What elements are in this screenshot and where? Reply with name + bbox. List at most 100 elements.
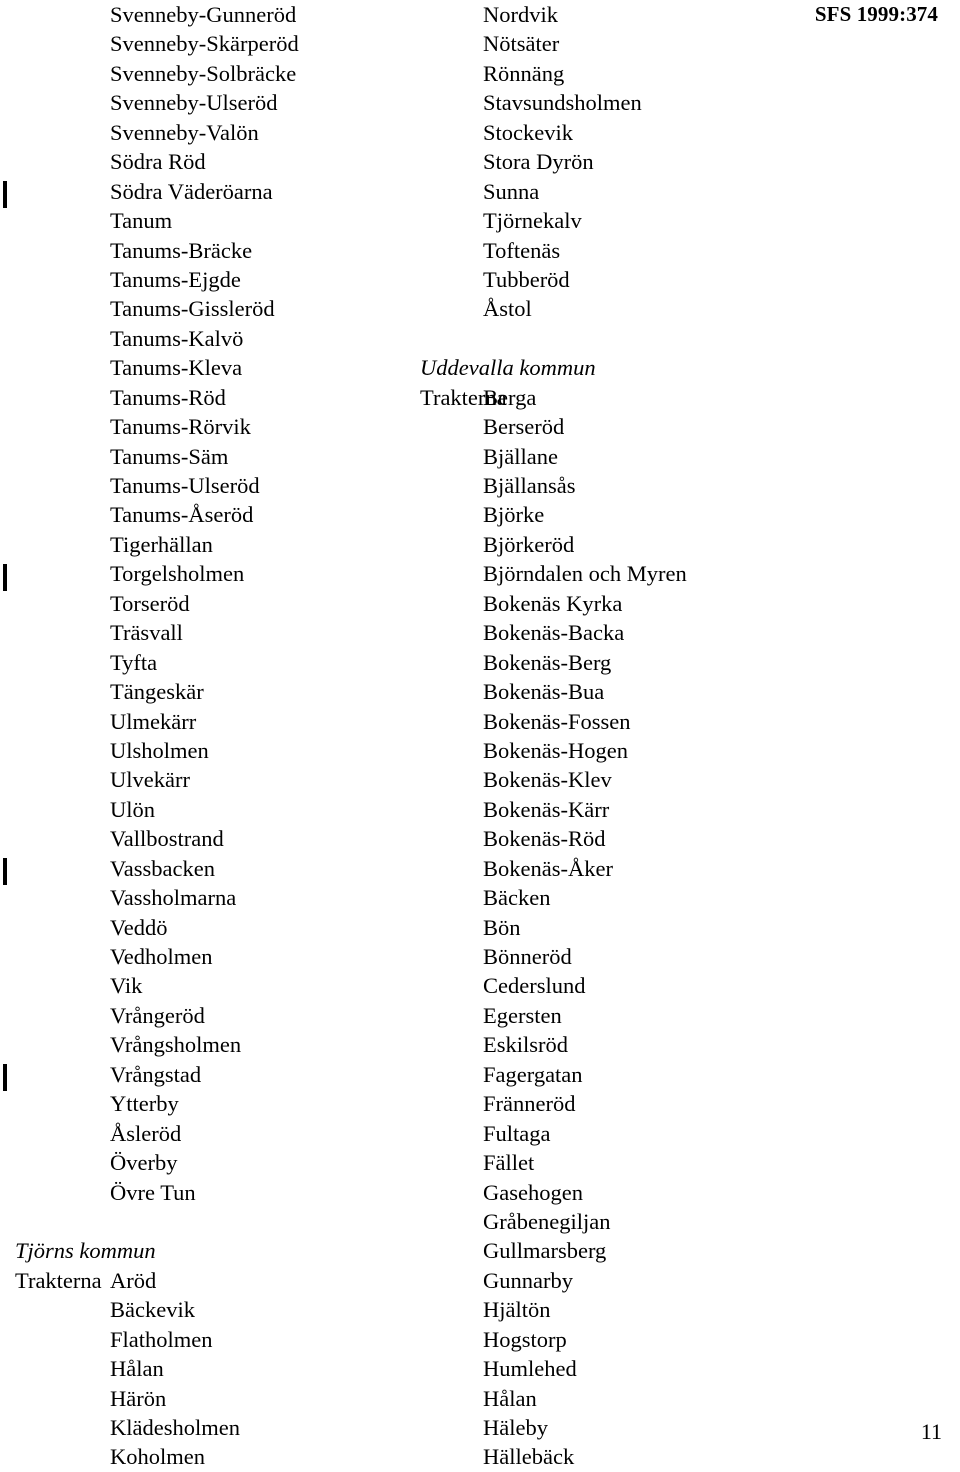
list-item: Tanums-Bräcke (0, 236, 430, 265)
list-item: Bönneröd (404, 942, 834, 971)
list-item: Gråbenegiljan (404, 1207, 834, 1236)
place-name: Vedholmen (110, 944, 213, 969)
list-item: Vallbostrand (0, 824, 430, 853)
place-name: Vrångeröd (110, 1002, 205, 1028)
place-name: Bjällansås (483, 473, 576, 498)
place-name: Vrångsholmen (110, 1032, 242, 1058)
list-item: Björkeröd (404, 530, 834, 559)
list-item: Bäckevik (0, 1295, 430, 1324)
list-item: Bokenäs-Hogen (404, 736, 834, 765)
list-item: Tanums-Rörvik (0, 412, 430, 441)
list-item: Björndalen och Myren (404, 559, 834, 588)
place-name: Hällebäck (483, 1444, 575, 1470)
place-name: Ulön (110, 796, 155, 822)
place-name: Bäcken (483, 885, 551, 911)
place-name: Hogstorp (483, 1326, 567, 1352)
place-name: Tanums-Ejgde (110, 266, 241, 292)
place-name: Bönneröd (483, 944, 572, 969)
list-item: Sunna (404, 177, 834, 206)
list-item: Bokenäs-Klev (404, 765, 834, 794)
place-name: Tanums-Röd (110, 384, 226, 410)
list-item: Stavsundsholmen (404, 88, 834, 117)
place-name: Tanums-Kalvö (110, 325, 244, 351)
place-name: Tigerhällan (110, 531, 213, 557)
place-name: Vrångstad (110, 1061, 202, 1087)
list-item: Toftenäs (404, 236, 834, 265)
list-item: Bokenäs Kyrka (404, 589, 834, 618)
list-item: Bokenäs-Åker (404, 854, 834, 883)
document-page: SFS 1999:374 Svenneby-Gunneröd Svenneby-S… (0, 0, 960, 1469)
place-name: Tubberöd (483, 266, 570, 292)
place-name: Svenneby-Solbräcke (110, 60, 297, 86)
list-item: Tanum (0, 206, 430, 235)
list-item: Fränneröd (404, 1089, 834, 1118)
place-name: Svenneby-Valön (110, 119, 259, 145)
list-item: Ulön (0, 795, 430, 824)
list-item: Klädesholmen (0, 1413, 430, 1442)
place-name: Ulmekärr (110, 708, 197, 734)
list-item: Bokenäs-Kärr (404, 795, 834, 824)
place-name: Tanums-Gissleröd (110, 296, 275, 322)
place-name: Träsvall (110, 620, 183, 646)
place-name: Gullmarsberg (483, 1238, 607, 1264)
place-name: Eskilsröd (483, 1032, 569, 1058)
place-name: Egersten (483, 1002, 562, 1028)
list-item: Hålan (404, 1384, 834, 1413)
place-list-right-column: Nordvik Nötsäter Rönnäng Stavsundsholmen Sto… (404, 0, 834, 1472)
place-name: Berseröd (483, 414, 565, 440)
list-item: Hålan (0, 1354, 430, 1383)
place-name: Bokenäs Kyrka (483, 590, 623, 616)
place-name: Tanums-Åseröd (110, 502, 254, 528)
place-name: Södra Väderöarna (110, 178, 273, 204)
place-name: Ytterby (110, 1091, 179, 1117)
place-name: Ulvekärr (110, 767, 190, 793)
list-item: Häleby (404, 1413, 834, 1442)
list-item: Tanums-Gissleröd (0, 294, 430, 323)
list-item: Egersten (404, 1001, 834, 1030)
list-item: Stora Dyrön (404, 147, 834, 176)
list-item: Vassholmarna (0, 883, 430, 912)
list-item: Övre Tun (0, 1178, 430, 1207)
place-name: Svenneby-Ulseröd (110, 90, 278, 116)
list-item: Svenneby-Gunneröd (0, 0, 430, 29)
place-name: Tjörnekalv (483, 208, 582, 234)
list-item: Vassbacken (0, 854, 430, 883)
place-name: Gunnarby (483, 1267, 573, 1293)
list-item: Tängeskär (0, 677, 430, 706)
list-item: Ulvekärr (0, 765, 430, 794)
list-item: Överby (0, 1148, 430, 1177)
list-item: Ulmekärr (0, 707, 430, 736)
list-item: Tanums-Ejgde (0, 265, 430, 294)
place-name: Gråbenegiljan (483, 1208, 611, 1234)
municipality-heading: Tjörns kommun (0, 1236, 430, 1265)
place-name: Cederslund (483, 973, 586, 999)
list-item: Tanums-Åseröd (0, 500, 430, 529)
list-item: Bön (404, 913, 834, 942)
list-item: Vik (0, 971, 430, 1000)
place-name: Tanums-Rörvik (110, 414, 251, 440)
list-item: Humlehed (404, 1354, 834, 1383)
list-item: Berseröd (404, 412, 834, 441)
list-item: Bokenäs-Berg (404, 648, 834, 677)
place-name: Bokenäs-Kärr (483, 796, 610, 822)
place-name: Hålan (110, 1356, 164, 1382)
place-name: Vassbacken (110, 855, 215, 881)
list-item: Södra Väderöarna (0, 177, 430, 206)
list-item: Södra Röd (0, 147, 430, 176)
list-item: Tyfta (0, 648, 430, 677)
list-item: Hjältön (404, 1295, 834, 1324)
list-item: Tjörnekalv (404, 206, 834, 235)
place-name: Klädesholmen (110, 1415, 240, 1440)
place-name: Häleby (483, 1415, 548, 1440)
place-name: Bokenäs-Åker (483, 855, 613, 881)
list-item: Bokenäs-Röd (404, 824, 834, 853)
place-name: Bön (483, 914, 521, 940)
change-bar (3, 1064, 7, 1092)
list-item: Björke (404, 500, 834, 529)
place-name: Rönnäng (483, 60, 565, 86)
place-name: Åsleröd (110, 1120, 182, 1146)
place-name: Veddö (110, 914, 168, 940)
list-item: Vrångsholmen (0, 1030, 430, 1059)
change-bar (3, 563, 7, 591)
